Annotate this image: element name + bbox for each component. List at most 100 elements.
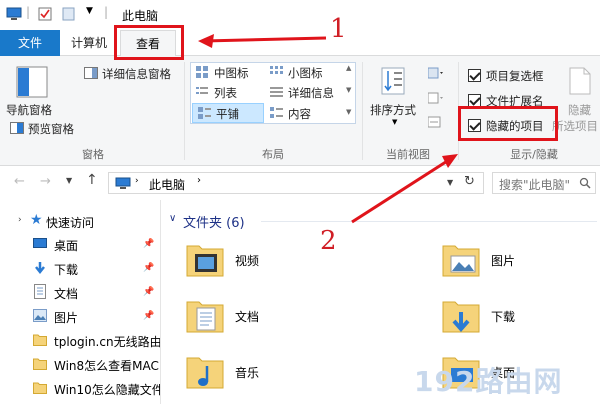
pictures-folder-icon	[442, 245, 480, 277]
folders-group-header[interactable]: 文件夹 (6)	[183, 212, 245, 231]
nav-item-label: 图片	[54, 311, 79, 325]
recent-locations-icon[interactable]: ▼	[66, 176, 72, 185]
customize-toolbar-icon[interactable]: ▼	[86, 6, 93, 16]
nav-item-recent-folder[interactable]: Win8怎么查看MAC	[0, 353, 160, 375]
videos-folder-icon	[186, 245, 224, 277]
ribbon-tabs: 文件 计算机 查看	[0, 30, 600, 57]
layout-tiles[interactable]: 平铺	[216, 106, 239, 122]
breadcrumb-chevron-icon[interactable]: ›	[135, 176, 139, 186]
search-placeholder: 搜索"此电脑"	[499, 178, 571, 192]
pin-icon[interactable]: 📌	[143, 239, 154, 249]
folder-pictures[interactable]: 图片	[439, 238, 600, 282]
file-extensions-checkbox[interactable]	[468, 94, 481, 107]
title-separator-2: |	[104, 5, 109, 19]
up-arrow-icon[interactable]: ↑	[86, 172, 98, 188]
nav-item-recent-folder[interactable]: tplogin.cn无线路由	[0, 329, 162, 351]
folder-label: 音乐	[235, 366, 260, 380]
folder-label: 图片	[491, 254, 516, 268]
ribbon: 导航窗格 预览窗格 详细信息窗格 窗格 中图标 小图标 列表 详细信息 平铺 内…	[0, 56, 600, 166]
expand-chevron-icon[interactable]: ›	[18, 215, 22, 225]
item-checkboxes-checkbox[interactable]	[468, 69, 481, 82]
refresh-icon[interactable]: ↻	[464, 174, 475, 189]
group-by-icon[interactable]	[428, 67, 444, 81]
details-pane-button[interactable]: 详细信息窗格	[102, 66, 171, 82]
folder-downloads[interactable]: 下载	[439, 294, 600, 338]
folder-icon	[33, 358, 47, 370]
details-pane-icon	[84, 67, 98, 79]
tab-computer[interactable]: 计算机	[60, 30, 118, 56]
folder-label: 文档	[235, 310, 260, 324]
breadcrumb-this-pc[interactable]: 此电脑	[149, 176, 185, 193]
address-dropdown-icon[interactable]: ▼	[447, 178, 453, 187]
sort-by-button[interactable]: 排序方式	[370, 102, 416, 118]
tab-view[interactable]: 查看	[120, 30, 176, 57]
content-pane: ∨ 文件夹 (6) 视频 图片 文档 下载 音乐 桌面	[161, 200, 600, 404]
show-hide-group-label: 显示/隐藏	[510, 148, 558, 161]
computer-icon	[6, 7, 22, 20]
nav-quick-access-label: 快速访问	[46, 216, 95, 230]
group-header-line	[261, 221, 597, 222]
navigation-pane-icon[interactable]	[16, 66, 48, 98]
layout-content[interactable]: 内容	[288, 106, 311, 122]
hide-selected-button[interactable]: 隐藏	[568, 102, 591, 118]
document-icon	[34, 284, 46, 299]
window-title: 此电脑	[122, 9, 159, 23]
nav-quick-access[interactable]: › ★ 快速访问	[0, 210, 160, 232]
item-checkboxes-label: 项目复选框	[486, 69, 544, 83]
desktop-icon	[33, 238, 47, 248]
nav-item-downloads[interactable]: 下载 📌	[0, 257, 160, 279]
size-all-columns-icon[interactable]	[428, 116, 444, 130]
title-bar: | ▼ | 此电脑	[0, 0, 600, 30]
navigation-pane-button[interactable]: 导航窗格	[6, 102, 52, 118]
layout-list[interactable]: 列表	[214, 85, 237, 101]
add-columns-icon[interactable]	[428, 92, 444, 106]
layout-small-icons[interactable]: 小图标	[288, 65, 323, 81]
small-icons-icon	[270, 66, 283, 74]
pin-icon[interactable]: 📌	[143, 287, 154, 297]
gallery-down-icon[interactable]: ▼	[346, 86, 351, 94]
hide-selected-items-label: 所选项目	[552, 119, 598, 133]
nav-item-desktop[interactable]: 桌面 📌	[0, 233, 160, 255]
folder-documents[interactable]: 文档	[183, 294, 383, 338]
folder-label: 视频	[235, 254, 260, 268]
star-icon: ★	[30, 212, 43, 228]
nav-item-pictures[interactable]: 图片 📌	[0, 305, 160, 327]
new-folder-quick-icon[interactable]	[62, 7, 76, 21]
current-view-group-label: 当前视图	[386, 148, 430, 161]
back-arrow-icon[interactable]: ←	[14, 174, 25, 189]
nav-item-label: 下载	[54, 263, 79, 277]
desktop-folder-icon	[442, 357, 480, 389]
gallery-up-icon[interactable]: ▲	[346, 64, 351, 72]
properties-icon[interactable]	[38, 7, 52, 21]
hidden-items-label: 隐藏的项目	[486, 119, 544, 133]
folder-label: 下载	[491, 310, 516, 324]
tiles-icon	[198, 107, 211, 119]
folder-desktop[interactable]: 桌面	[439, 350, 600, 394]
nav-item-label: 文档	[54, 287, 79, 301]
folder-icon	[33, 382, 47, 394]
layout-medium-icons[interactable]: 中图标	[214, 65, 249, 81]
nav-item-recent-folder[interactable]: Win10怎么隐藏文件	[0, 377, 164, 399]
sort-by-dropdown-icon[interactable]: ▼	[392, 118, 397, 126]
details-icon	[270, 87, 283, 97]
layout-details[interactable]: 详细信息	[288, 85, 334, 101]
pin-icon[interactable]: 📌	[143, 263, 154, 273]
address-box[interactable]: › 此电脑 › ▼ ↻	[108, 172, 484, 194]
collapse-chevron-icon[interactable]: ∨	[169, 213, 176, 224]
folder-music[interactable]: 音乐	[183, 350, 383, 394]
breadcrumb-chevron-icon[interactable]: ›	[197, 175, 201, 186]
forward-arrow-icon[interactable]: →	[40, 174, 51, 189]
folder-label: 桌面	[491, 366, 516, 380]
picture-icon	[33, 309, 47, 322]
pin-icon[interactable]: 📌	[143, 311, 154, 321]
nav-item-label: Win10怎么隐藏文件	[54, 383, 164, 397]
gallery-expand-icon[interactable]: ▼	[346, 108, 351, 116]
medium-icons-icon	[196, 66, 208, 78]
tab-file[interactable]: 文件	[0, 30, 60, 56]
panes-group-label: 窗格	[82, 148, 104, 161]
search-input[interactable]: 搜索"此电脑"	[492, 172, 596, 194]
hidden-items-checkbox[interactable]	[468, 119, 481, 132]
preview-pane-button[interactable]: 预览窗格	[28, 121, 74, 137]
folder-videos[interactable]: 视频	[183, 238, 383, 282]
nav-item-documents[interactable]: 文档 📌	[0, 281, 160, 303]
